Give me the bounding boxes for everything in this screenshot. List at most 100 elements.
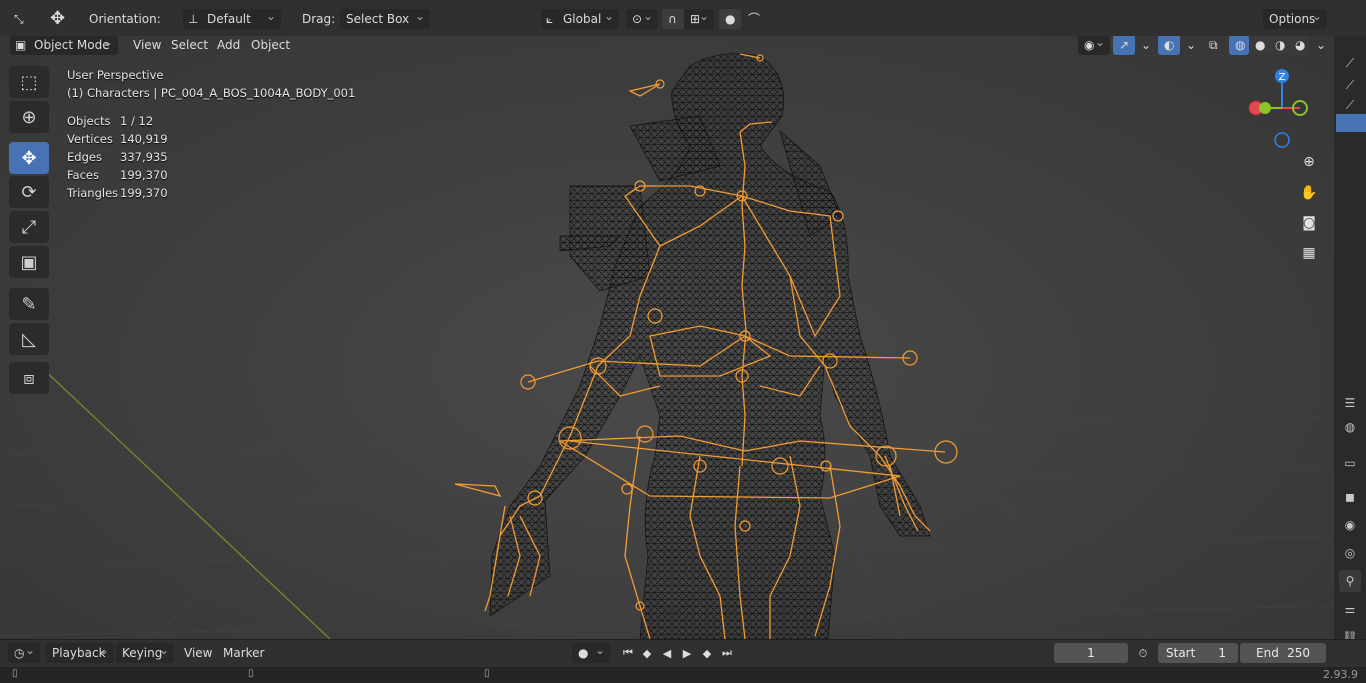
stat-value: 199,370 — [120, 168, 168, 182]
cursor-tool[interactable]: ⊕ — [9, 101, 49, 133]
snap-target-dropdown[interactable]: ⊞ — [684, 6, 714, 29]
tab-object[interactable]: ◼ — [1339, 486, 1361, 508]
measure-tool[interactable]: ◺ — [9, 323, 49, 355]
drag-dropdown[interactable]: Select Box — [340, 6, 430, 29]
proportional-edit-toggle[interactable]: ● — [719, 9, 741, 29]
shading-material[interactable]: ◑ — [1269, 36, 1289, 55]
scale-tool[interactable]: ⤢ — [9, 211, 49, 243]
menu-marker[interactable]: Marker — [217, 643, 270, 663]
rotate-tool[interactable]: ⟳ — [9, 176, 49, 208]
timeline-editor-type[interactable]: ◷ — [8, 640, 40, 663]
tab-physics[interactable]: ◉ — [1339, 514, 1361, 536]
play-reverse-button[interactable]: ◀ — [658, 644, 676, 662]
next-keyframe-button[interactable]: ◆ — [698, 644, 716, 662]
pivot-point-dropdown[interactable]: ⊙ — [626, 6, 658, 29]
auto-keying-toggle[interactable]: ● — [572, 640, 610, 663]
shading-rendered[interactable]: ◕ — [1289, 36, 1309, 55]
transform-tool[interactable]: ▣ — [9, 246, 49, 278]
prev-keyframe-button[interactable]: ◆ — [638, 644, 656, 662]
outliner-item-icon[interactable]: ⟋ — [1339, 94, 1361, 116]
tab-tool[interactable]: ☰ — [1339, 392, 1361, 414]
shading-dropdown[interactable]: ⌄ — [1310, 36, 1326, 55]
measure-icon: ◺ — [22, 328, 36, 350]
constraint-icon: ◎ — [1344, 546, 1356, 560]
viewport-text-info: User Perspective (1) Characters | PC_004… — [67, 66, 355, 202]
tab-collection[interactable]: ▭ — [1339, 452, 1361, 474]
tab-bone[interactable]: ⚌ — [1339, 598, 1361, 620]
clock-icon: ◷ — [14, 646, 25, 660]
magnet-icon: ∩ — [668, 12, 677, 26]
gizmo-icon: ↗ — [1119, 38, 1130, 52]
viewport-header: ▣ Object Mode View Select Add Object ◉ ↗… — [0, 36, 1334, 56]
shading-solid[interactable]: ● — [1249, 36, 1269, 55]
end-frame-field[interactable]: End 250 — [1240, 643, 1326, 663]
end-value: 250 — [1287, 646, 1310, 660]
status-bar: ▯ ▯ ▯ 2.93.9 — [0, 667, 1366, 683]
zoom-button[interactable]: ⊕ — [1296, 149, 1322, 175]
gizmo-z-label: Z — [1279, 72, 1286, 83]
transform-orientation-dropdown[interactable]: ⟀ Global — [541, 6, 619, 29]
options-label: Options — [1269, 12, 1316, 26]
next-keyframe-icon: ◆ — [702, 646, 712, 660]
play-button[interactable]: ▶ — [678, 644, 696, 662]
tab-world[interactable]: ◍ — [1339, 416, 1361, 438]
outliner-item-icon[interactable]: ⟋ — [1339, 52, 1361, 74]
menu-playback[interactable]: Playback — [46, 640, 114, 663]
cursor-icon: ⊕ — [21, 106, 37, 128]
grid-perspective-icon: ▦ — [1302, 245, 1316, 261]
jump-end-button[interactable]: ⏭ — [718, 644, 736, 662]
stopwatch-icon: ⏱ — [1138, 647, 1148, 660]
view-name: User Perspective — [67, 68, 164, 82]
perspective-toggle-button[interactable]: ▦ — [1296, 240, 1322, 266]
overlays-dropdown[interactable]: ⌄ — [1180, 36, 1196, 55]
end-label: End — [1256, 646, 1279, 660]
camera-view-button[interactable]: ◙ — [1296, 210, 1322, 236]
jump-start-button[interactable]: ⏮ — [619, 644, 637, 662]
menu-timeline-view[interactable]: View — [178, 643, 218, 663]
proportional-icon: ● — [725, 12, 736, 26]
annotate-icon: ✎ — [21, 293, 37, 315]
tab-constraints[interactable]: ◎ — [1339, 542, 1361, 564]
menu-keying[interactable]: Keying — [116, 640, 174, 663]
orientation-dropdown[interactable]: ⊥ Default — [183, 6, 281, 29]
falloff-dropdown[interactable]: ⌒ — [742, 9, 768, 29]
play-reverse-icon: ◀ — [662, 646, 672, 660]
camera-icon: ◙ — [1302, 215, 1316, 231]
gizmo-neg-z — [1274, 132, 1290, 148]
menu-select[interactable]: Select — [165, 36, 214, 55]
gizmo-toggle[interactable]: ↗ — [1113, 36, 1135, 55]
solid-sphere-icon: ● — [1255, 38, 1266, 52]
stat-label: Triangles — [67, 186, 119, 200]
snap-toggle[interactable]: ∩ — [662, 9, 684, 29]
start-frame-field[interactable]: Start 1 — [1158, 643, 1238, 663]
object-mode-icon: ▣ — [15, 38, 27, 52]
add-cube-tool[interactable]: ⧈ — [9, 362, 49, 394]
bone-icon: ⟋ — [1345, 77, 1355, 92]
menu-view[interactable]: View — [127, 36, 167, 55]
stat-objects: Objects 1 / 12 — [67, 112, 355, 130]
options-dropdown[interactable]: Options — [1263, 6, 1327, 29]
preview-range-toggle[interactable]: ⏱ — [1134, 645, 1152, 663]
menu-add[interactable]: Add — [211, 36, 246, 55]
move-tool[interactable]: ✥ — [9, 142, 49, 174]
annotate-tool[interactable]: ✎ — [9, 288, 49, 320]
editor-type-button[interactable]: ⤡ — [8, 9, 40, 29]
shading-wireframe[interactable]: ◍ — [1229, 36, 1249, 55]
select-box-tool[interactable]: ⬚ — [9, 66, 49, 98]
gizmo-dropdown[interactable]: ⌄ — [1135, 36, 1151, 55]
3d-viewport[interactable]: ▣ Object Mode View Select Add Object ◉ ↗… — [0, 36, 1334, 639]
tab-object-data-armature[interactable]: ⚲ — [1339, 570, 1361, 592]
outliner-selected-row[interactable] — [1336, 114, 1366, 132]
mode-dropdown[interactable]: ▣ Object Mode — [10, 36, 118, 55]
xray-toggle[interactable]: ⧉ — [1203, 36, 1225, 55]
menu-object[interactable]: Object — [245, 36, 296, 55]
pan-button[interactable]: ✋ — [1296, 180, 1322, 206]
visibility-dropdown[interactable]: ◉ — [1078, 36, 1110, 55]
object-square-icon: ◼ — [1345, 490, 1355, 504]
eye-icon: ◉ — [1084, 38, 1095, 52]
overlays-toggle[interactable]: ◐ — [1158, 36, 1180, 55]
outliner-item-icon[interactable]: ⟋ — [1339, 74, 1361, 96]
current-frame-field[interactable]: 1 — [1054, 643, 1128, 663]
menu-keying-label: Keying — [122, 646, 163, 660]
navigation-gizmo[interactable]: Z — [1240, 66, 1330, 156]
